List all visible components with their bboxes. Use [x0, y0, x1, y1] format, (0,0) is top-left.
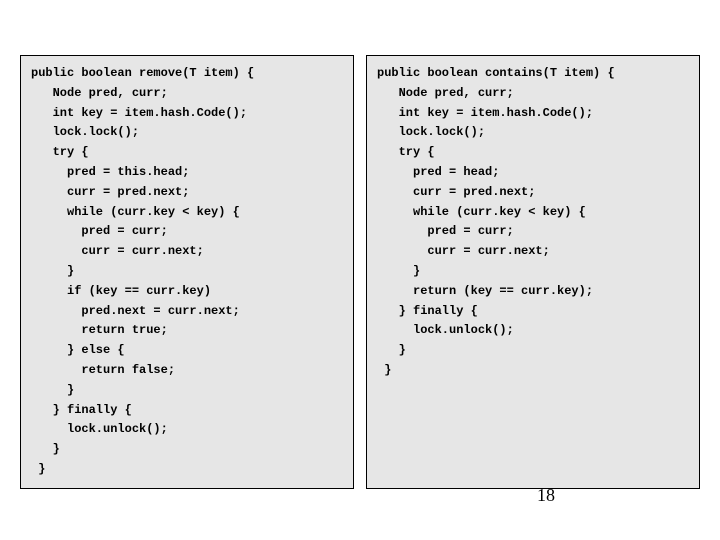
left-code-box: public boolean remove(T item) { Node pre… — [20, 55, 354, 489]
code-columns: public boolean remove(T item) { Node pre… — [20, 55, 700, 489]
right-code-box: public boolean contains(T item) { Node p… — [366, 55, 700, 489]
contains-method-code: public boolean contains(T item) { Node p… — [377, 64, 689, 381]
remove-method-code: public boolean remove(T item) { Node pre… — [31, 64, 343, 480]
page-number: 18 — [537, 485, 555, 506]
slide: public boolean remove(T item) { Node pre… — [0, 0, 720, 540]
